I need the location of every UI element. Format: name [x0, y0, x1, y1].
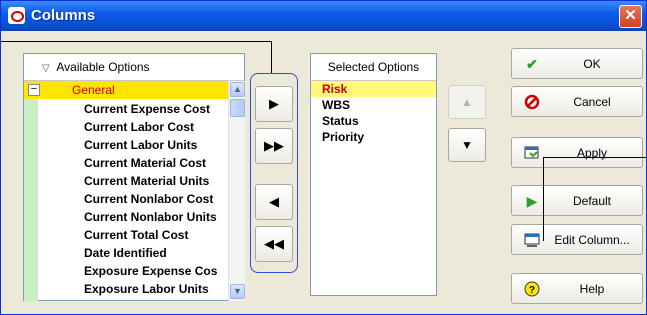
edit-column-button[interactable]: Edit Column... — [511, 224, 643, 255]
edit-column-label: Edit Column... — [554, 233, 630, 247]
checkmark-icon: ✔ — [526, 56, 538, 72]
list-item[interactable]: Exposure Labor Units — [24, 280, 229, 298]
list-item[interactable]: Exposure Expense Cos — [24, 262, 229, 280]
collapse-triangle-icon: ▽ — [42, 63, 50, 74]
list-item[interactable]: Date Identified — [24, 244, 229, 262]
help-icon: ? — [524, 281, 540, 297]
apply-button[interactable]: Apply — [511, 137, 643, 168]
callout-line — [1, 41, 271, 42]
play-icon: ▶ — [526, 193, 538, 209]
ok-button[interactable]: ✔ OK — [511, 48, 643, 79]
no-entry-icon — [524, 94, 540, 110]
callout-line — [271, 41, 272, 73]
window-title: Columns — [31, 7, 96, 24]
move-up-button[interactable]: ▲ — [448, 85, 486, 119]
available-options-list: Current Expense Cost Current Labor Cost … — [24, 100, 229, 298]
collapse-icon[interactable]: − — [28, 84, 40, 96]
list-item[interactable]: Current Labor Units — [24, 136, 229, 154]
close-button[interactable]: ✕ — [619, 5, 642, 28]
cancel-label: Cancel — [573, 95, 611, 109]
add-one-button[interactable]: ▶ — [255, 86, 293, 122]
list-item[interactable]: Current Material Cost — [24, 154, 229, 172]
svg-text:?: ? — [529, 285, 535, 296]
help-button[interactable]: ? Help — [511, 273, 643, 304]
edit-column-icon — [524, 232, 540, 248]
default-label: Default — [572, 194, 612, 208]
list-item-selected[interactable]: Risk — [311, 81, 436, 97]
title-bar[interactable]: Columns ✕ — [1, 1, 646, 31]
list-item[interactable]: Current Nonlabor Cost — [24, 190, 229, 208]
list-item[interactable]: Current Material Units — [24, 172, 229, 190]
available-options-panel: ▽ Available Options − General Current Ex… — [23, 53, 245, 301]
scroll-thumb[interactable] — [230, 99, 245, 117]
add-all-button[interactable]: ▶▶ — [255, 128, 293, 164]
tree-group-general[interactable]: − General — [24, 81, 244, 99]
list-item[interactable]: Current Total Cost — [24, 226, 229, 244]
tree-group-label: General — [72, 83, 115, 97]
list-item[interactable]: Current Expense Cost — [24, 100, 229, 118]
available-options-header[interactable]: ▽ Available Options — [24, 54, 244, 81]
move-buttons-group: ▶ ▶▶ ◀ ◀◀ — [250, 73, 298, 273]
cancel-button[interactable]: Cancel — [511, 86, 643, 117]
selected-options-header: Selected Options — [311, 54, 436, 81]
scroll-up-icon[interactable]: ▲ — [230, 82, 245, 97]
available-options-title: Available Options — [56, 60, 150, 74]
selected-options-panel: Selected Options Risk WBS Status Priorit… — [310, 53, 437, 296]
move-down-button[interactable]: ▼ — [448, 128, 486, 162]
list-item[interactable]: Priority — [311, 129, 436, 145]
default-button[interactable]: ▶ Default — [511, 185, 643, 216]
scroll-down-icon[interactable]: ▼ — [230, 284, 245, 299]
callout-line — [543, 157, 647, 158]
remove-all-button[interactable]: ◀◀ — [255, 226, 293, 262]
help-label: Help — [579, 282, 605, 296]
ok-label: OK — [583, 57, 601, 71]
callout-line — [543, 157, 544, 241]
list-item[interactable]: Status — [311, 113, 436, 129]
list-item[interactable]: Current Nonlabor Units — [24, 208, 229, 226]
app-icon — [8, 7, 25, 24]
apply-icon — [524, 145, 540, 161]
columns-dialog: Columns ✕ ▽ Available Options − General … — [0, 0, 647, 315]
list-item[interactable]: Current Labor Cost — [24, 118, 229, 136]
vertical-scrollbar[interactable]: ▲ ▼ — [228, 81, 245, 301]
list-item[interactable]: WBS — [311, 97, 436, 113]
remove-one-button[interactable]: ◀ — [255, 184, 293, 220]
